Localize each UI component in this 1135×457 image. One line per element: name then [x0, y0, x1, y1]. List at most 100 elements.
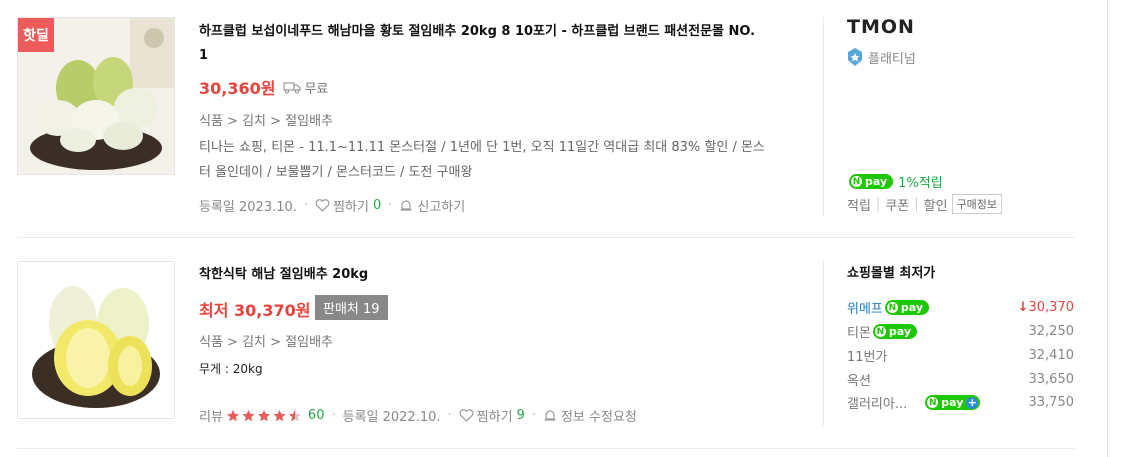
mall-price-cell: 33,750: [1029, 395, 1075, 410]
mall-name[interactable]: 11번가: [847, 346, 887, 365]
column-divider: [823, 261, 824, 426]
product-thumbnail[interactable]: 핫딜: [17, 17, 175, 175]
npay-text: pay: [900, 301, 924, 314]
category-path[interactable]: 식품 > 김치 > 절임배추: [199, 110, 333, 129]
registered-date: 등록일 2023.10.: [199, 200, 297, 215]
mall-price-row[interactable]: 티몬 Npay 32,250: [847, 322, 1074, 341]
bell-icon: [400, 200, 412, 211]
product-price[interactable]: 30,360원: [199, 75, 275, 99]
npay-text: pay: [888, 325, 912, 338]
mall-price-cell: 33,650: [1029, 372, 1075, 387]
row-divider: [17, 237, 1075, 238]
benefit-point[interactable]: 적립: [847, 195, 871, 214]
product-title-line[interactable]: 1: [199, 44, 755, 68]
star-rating-icon: [226, 409, 301, 421]
separator-dot: ·: [447, 408, 452, 423]
wish-label: 찜하기: [333, 200, 369, 215]
product-thumbnail[interactable]: [17, 261, 175, 419]
separator-dot: ·: [303, 198, 309, 213]
truck-icon: [283, 81, 302, 94]
seller-grade-label: 플래티넘: [868, 51, 916, 67]
product-title[interactable]: 착한식탁 해남 절임배추 20kg: [199, 263, 368, 287]
product-spec: 무게 : 20kg: [199, 362, 263, 376]
mall-price: 33,650: [1028, 372, 1075, 387]
report-button[interactable]: 신고하기: [399, 196, 465, 215]
wish-button[interactable]: 찜하기 9: [459, 406, 525, 425]
arrow-down-icon: ↓: [1017, 300, 1029, 315]
purchase-info-button[interactable]: 구매정보: [951, 194, 1003, 214]
separator-dot: ·: [331, 408, 336, 423]
mall-price-row[interactable]: 11번가 32,410: [847, 346, 1074, 365]
mall-name[interactable]: 옥션: [847, 370, 871, 389]
mall-price: 33,750: [1028, 395, 1075, 410]
row-divider: [17, 448, 1075, 449]
heart-icon: [459, 409, 474, 422]
product-description: 티나는 쇼핑, 티몬 - 11.1~11.11 몬스터절 / 1년에 단 1번,…: [199, 135, 801, 185]
mall-price-cell: 32,410: [1029, 348, 1075, 363]
product-title-line[interactable]: 하프클럽 보섭이네푸드 해남마을 황토 절임배추 20kg 8 10포기 - 하…: [199, 20, 755, 44]
bell-icon: [544, 410, 556, 421]
mall-name-cell: 갤러리아... Npay +: [847, 393, 981, 412]
mall-price-cell: 32,250: [1029, 324, 1075, 339]
cabbage-image: [18, 262, 174, 418]
heart-icon: [315, 199, 330, 212]
platinum-grade-icon: [848, 48, 862, 66]
mall-price-row[interactable]: 위메프 Npay ↓30,370: [847, 298, 1074, 317]
price-line: 30,360원 무료: [199, 75, 328, 99]
npay-badge: Npay: [872, 324, 918, 339]
category-path[interactable]: 식품 > 김치 > 절임배추: [199, 331, 333, 350]
n-logo-icon: N: [874, 326, 886, 337]
product-meta: 리뷰 60 · 등록일 2022.10. · 찜하기 9 · 정보 수정요청: [199, 406, 637, 425]
description-line: 티나는 쇼핑, 티몬 - 11.1~11.11 몬스터절 / 1년에 단 1번,…: [199, 140, 765, 155]
info-edit-label: 정보 수정요청: [560, 410, 637, 425]
shipping-label: 무료: [304, 81, 329, 97]
seller-grade: 플래티넘: [847, 47, 916, 67]
npay-reward-rate: 1%적립: [898, 176, 943, 191]
seller-count-button[interactable]: 판매처 19: [315, 295, 388, 320]
npay-badge: Npay +: [925, 395, 981, 410]
mall-price: 30,370: [1028, 300, 1075, 315]
report-label: 신고하기: [417, 200, 466, 215]
mall-name[interactable]: 갤러리아...: [847, 393, 907, 412]
seller-logo[interactable]: TMON: [847, 16, 915, 38]
mall-name-cell: 11번가: [847, 346, 887, 365]
lowest-price[interactable]: 최저 30,370원: [199, 297, 310, 321]
divider: |: [875, 196, 881, 212]
price-line: 최저 30,370원: [199, 297, 310, 321]
product-meta: 등록일 2023.10. · 찜하기 0 · 신고하기: [199, 196, 465, 215]
info-edit-button[interactable]: 정보 수정요청: [543, 406, 637, 425]
separator-dot: ·: [531, 408, 536, 423]
lowest-price-title: 쇼핑몰별 최저가: [847, 266, 936, 281]
npay-text: pay: [941, 396, 964, 409]
wish-button[interactable]: 찜하기 0: [315, 196, 381, 215]
n-logo-icon: N: [851, 176, 862, 187]
column-divider: [823, 17, 824, 217]
mall-price: 32,250: [1028, 324, 1075, 339]
shipping-info: 무료: [283, 78, 328, 97]
plus-icon: +: [966, 396, 979, 409]
registered-date: 등록일 2022.10.: [342, 410, 441, 425]
mall-price-row[interactable]: 갤러리아... Npay + 33,750: [847, 393, 1074, 412]
npay-text: pay: [865, 175, 888, 188]
npay-badge: Npay: [849, 174, 894, 189]
mall-name-cell: 옥션: [847, 370, 871, 389]
description-line: 터 올인데이 / 보물뽑기 / 몬스터코드 / 도전 구매왕: [199, 165, 473, 180]
mall-name[interactable]: 위메프: [847, 298, 883, 317]
hot-deal-badge: 핫딜: [18, 18, 54, 52]
benefit-discount[interactable]: 할인: [924, 195, 948, 214]
star-rating: [226, 409, 304, 423]
product-title[interactable]: 하프클럽 보섭이네푸드 해남마을 황토 절임배추 20kg 8 10포기 - 하…: [199, 20, 755, 68]
mall-price-row[interactable]: 옥션 33,650: [847, 370, 1074, 389]
benefit-coupon[interactable]: 쿠폰: [885, 195, 909, 214]
mall-price: 32,410: [1028, 348, 1075, 363]
mall-price-cell: ↓30,370: [1018, 300, 1074, 315]
benefit-links: 적립 | 쿠폰 | 할인 구매정보: [847, 194, 1003, 214]
npay-reward: Npay 1%적립: [847, 172, 943, 191]
page-right-border: [1107, 0, 1108, 457]
separator-dot: ·: [388, 198, 393, 213]
wish-label: 찜하기: [476, 410, 513, 425]
review-count[interactable]: 60: [308, 408, 325, 423]
mall-name[interactable]: 티몬: [847, 322, 871, 341]
divider: |: [914, 196, 919, 212]
wish-count: 9: [516, 408, 525, 423]
